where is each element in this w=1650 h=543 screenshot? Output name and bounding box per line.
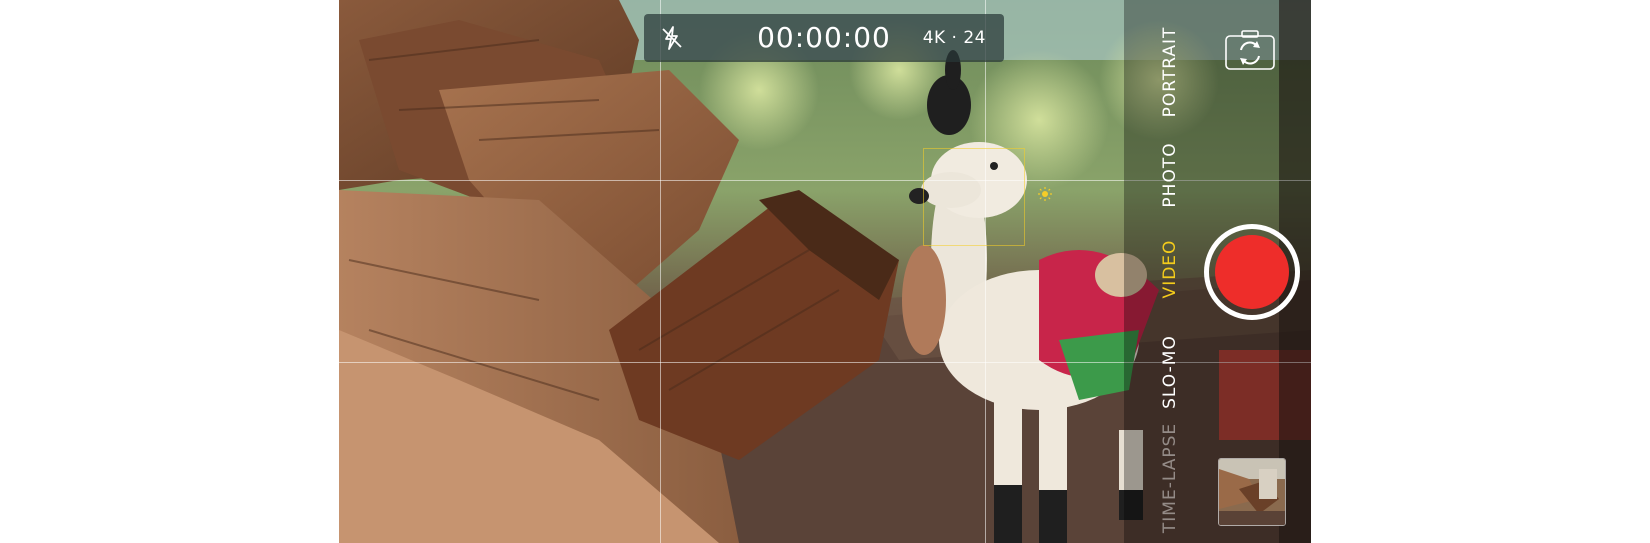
- grid-line-vertical-2: [985, 0, 986, 543]
- focus-box: [923, 148, 1025, 246]
- mode-portrait[interactable]: PORTRAIT: [1158, 12, 1182, 132]
- flash-off-icon[interactable]: [658, 24, 686, 52]
- grid-line-vertical-1: [660, 0, 661, 543]
- camera-controls-panel: TIME-LAPSE SLO-MO VIDEO PHOTO PORTRAIT: [1124, 0, 1311, 543]
- exposure-sun-icon[interactable]: [1038, 187, 1052, 201]
- record-button-inner: [1215, 235, 1289, 309]
- mode-slo-mo[interactable]: SLO-MO: [1158, 312, 1182, 432]
- video-format-toggle[interactable]: 4K · 24: [923, 14, 986, 62]
- mode-photo[interactable]: PHOTO: [1158, 115, 1182, 235]
- last-capture-thumbnail[interactable]: [1218, 458, 1286, 526]
- camera-app: 00:00:00 4K · 24 TIME-LAPSE SLO-MO VIDEO…: [339, 0, 1311, 543]
- mode-time-lapse[interactable]: TIME-LAPSE: [1158, 418, 1182, 538]
- top-status-bar: 00:00:00 4K · 24: [644, 14, 1004, 62]
- camera-flip-icon[interactable]: [1225, 30, 1275, 70]
- record-button[interactable]: [1204, 224, 1300, 320]
- recording-timer: 00:00:00: [757, 21, 891, 54]
- thumbnail-image: [1219, 459, 1285, 525]
